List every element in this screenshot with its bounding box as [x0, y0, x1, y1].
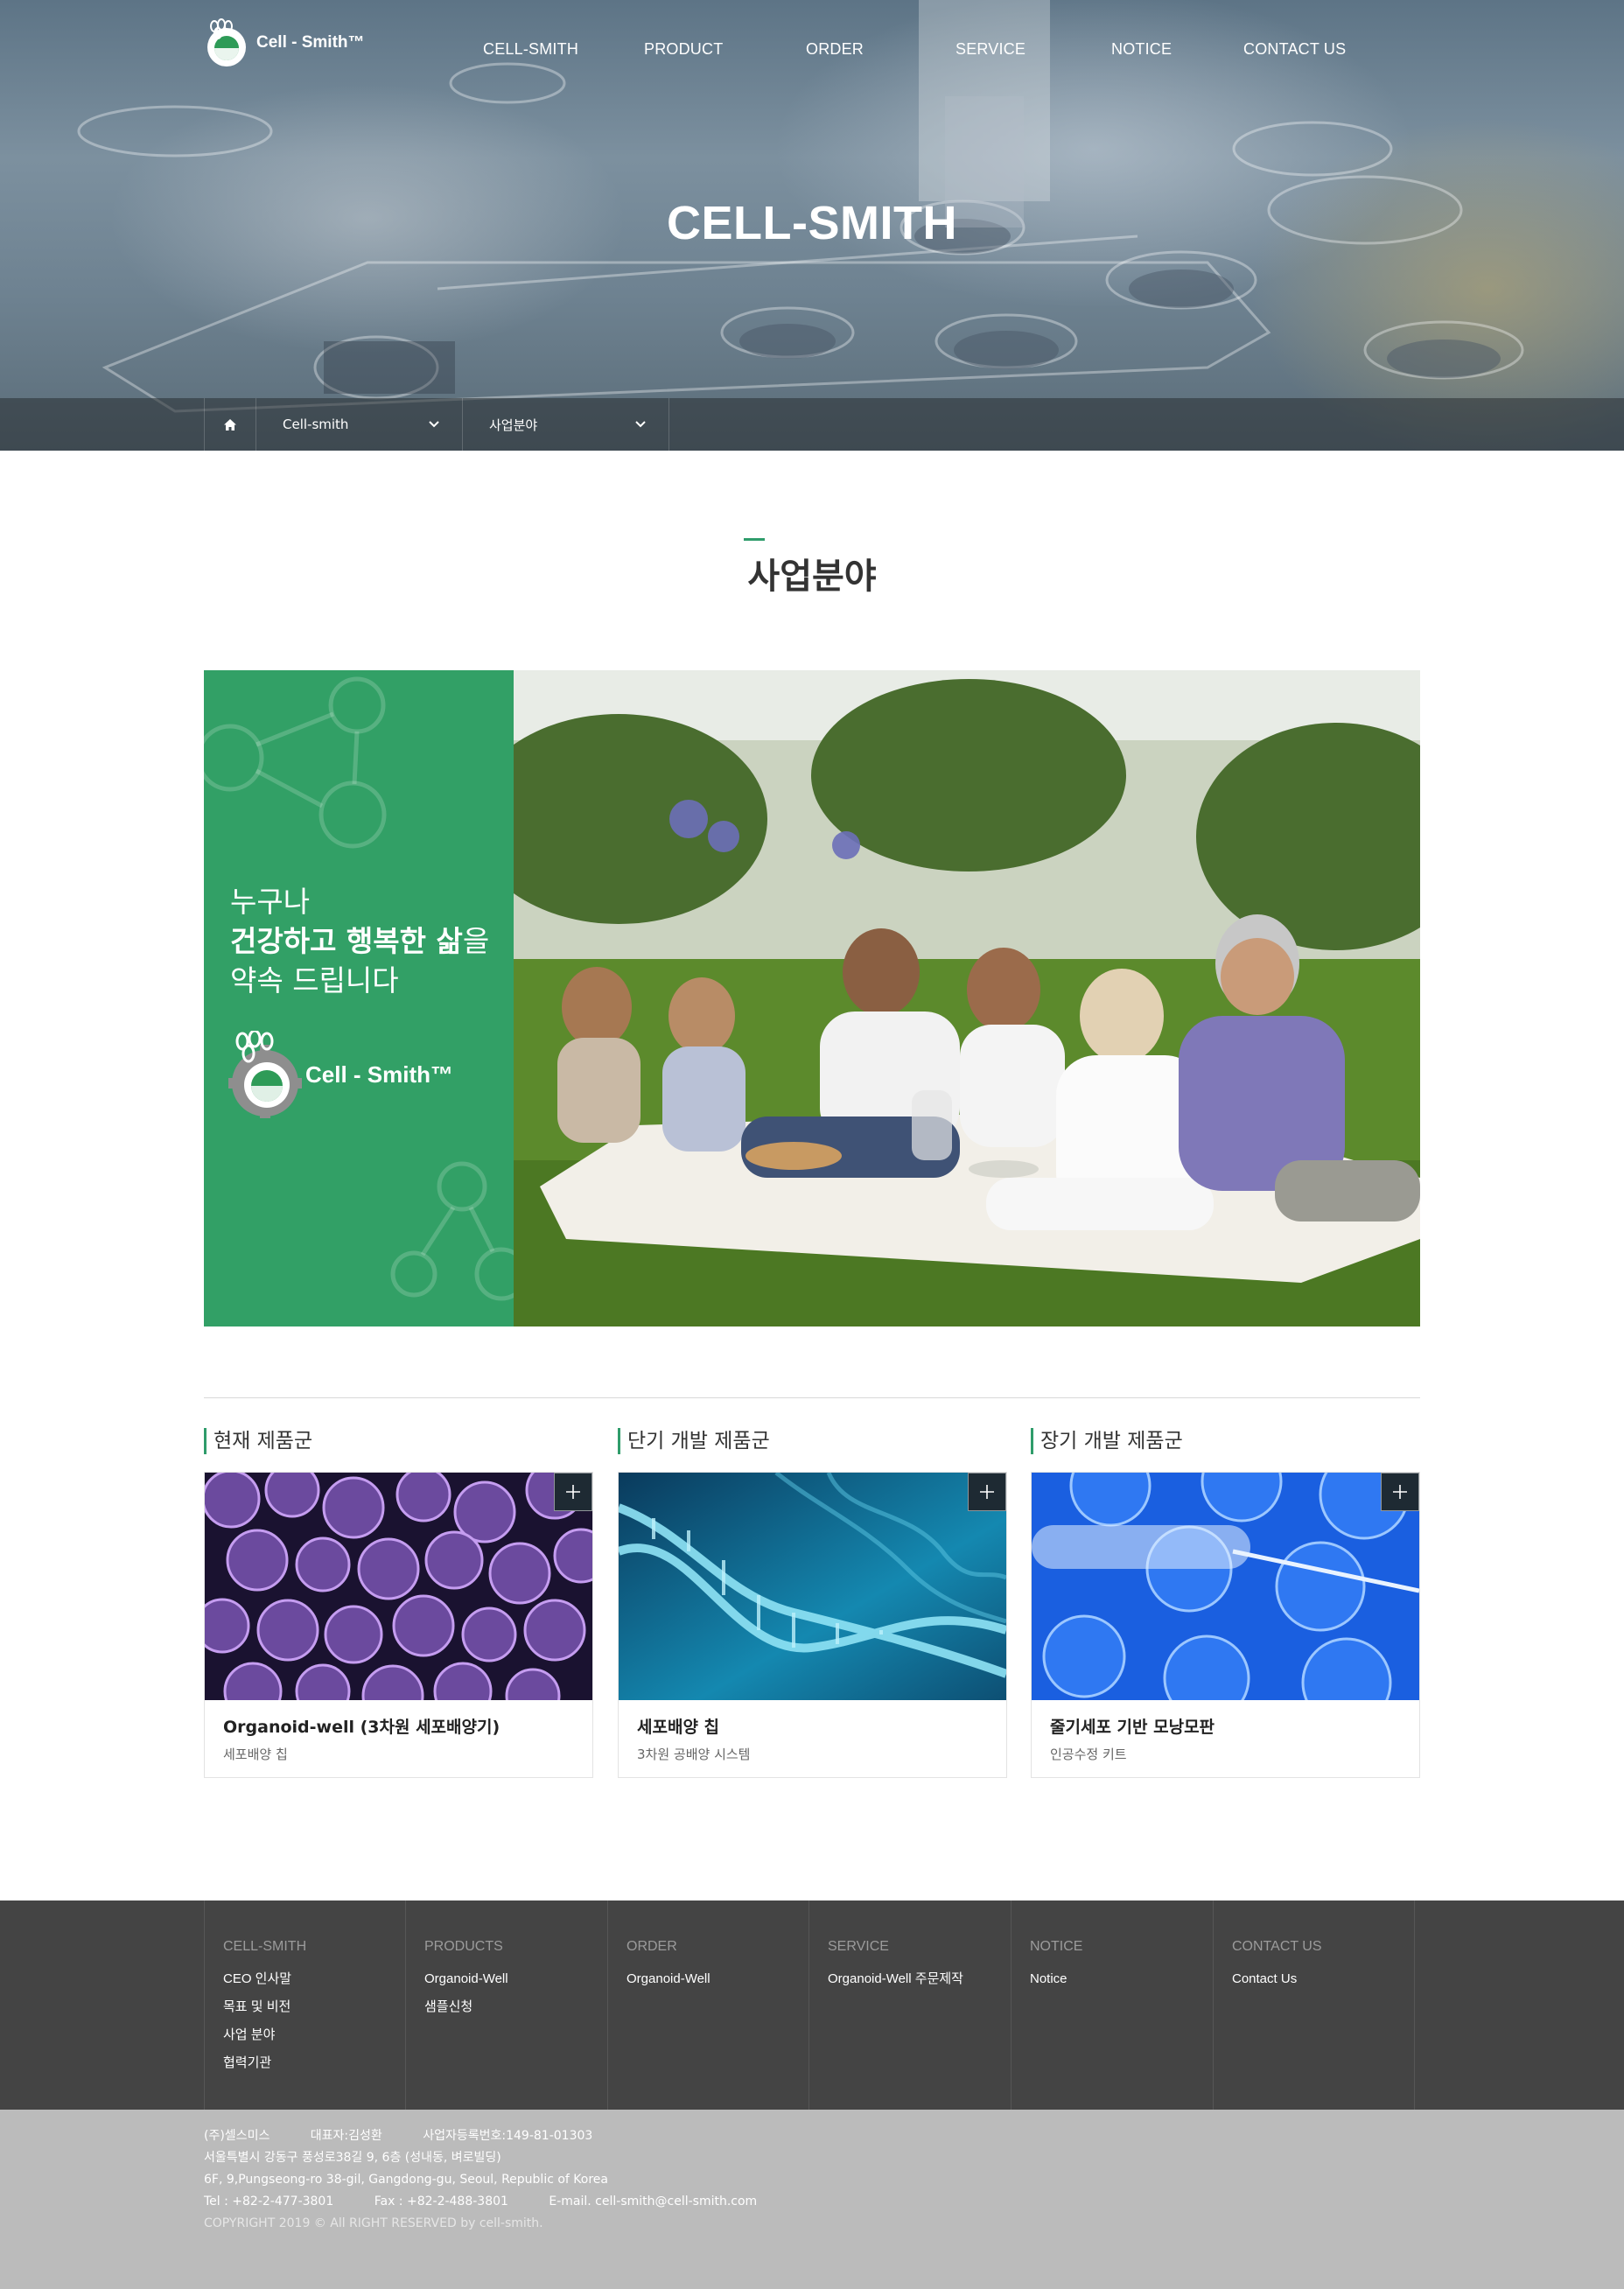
slogan-line2-bold: 건강하고 행복한 삶: [230, 924, 463, 958]
slogan-line2-rest: 을: [462, 924, 490, 958]
breadcrumb-select-level1[interactable]: Cell-smith: [256, 398, 463, 451]
title-accent-bar: [744, 538, 765, 541]
product-group-heading: 단기 개발 제품군: [618, 1428, 1007, 1454]
plus-icon: [980, 1485, 994, 1499]
footer-link-notice[interactable]: Notice: [1030, 1965, 1213, 1993]
expand-button[interactable]: [968, 1473, 1006, 1511]
product-name: 줄기세포 기반 모낭모판: [1050, 1718, 1215, 1737]
top-navigation: Cell - Smith™ CELL-SMITH PRODUCT ORDER S…: [0, 0, 1624, 105]
product-group-heading: 장기 개발 제품군: [1031, 1428, 1420, 1454]
product-group-long-term: 장기 개발 제품군 줄기세포 기반 모낭모판 인공수정 키트: [1031, 1428, 1420, 1778]
slogan-line3: 약속 드립니다: [230, 963, 399, 998]
expand-button[interactable]: [554, 1473, 592, 1511]
breadcrumb-select-level2[interactable]: 사업분야: [463, 398, 669, 451]
hero-title: CELL-SMITH: [667, 197, 957, 249]
nav-item-notice[interactable]: NOTICE: [1111, 40, 1172, 59]
footer-column-products: PRODUCTS Organoid-Well 샘플신청: [405, 1900, 607, 2110]
footer-link-custom-order[interactable]: Organoid-Well 주문제작: [828, 1965, 1011, 1993]
cell-smith-logo-icon: [228, 1031, 302, 1118]
plus-icon: [1393, 1485, 1407, 1499]
company-fax: Fax : +82-2-488-3801: [374, 2194, 508, 2208]
product-image: [1032, 1473, 1419, 1700]
footer-link-sample-request[interactable]: 샘플신청: [424, 1993, 607, 2021]
footer-column-title: CONTACT US: [1232, 1939, 1322, 1954]
nav-item-contact-us[interactable]: CONTACT US: [1243, 40, 1346, 59]
product-group-heading: 현재 제품군: [204, 1428, 593, 1454]
plus-icon: [566, 1485, 580, 1499]
footer-column-notice: NOTICE Notice: [1011, 1900, 1213, 2110]
product-card[interactable]: 세포배양 칩 3차원 공배양 시스템: [618, 1472, 1007, 1778]
chevron-down-icon: [635, 421, 646, 428]
footer-link-order-organoid-well[interactable]: Organoid-Well: [626, 1965, 809, 1993]
copyright: COPYRIGHT 2019 © All RIGHT RESERVED by c…: [204, 2216, 543, 2230]
product-card[interactable]: 줄기세포 기반 모낭모판 인공수정 키트: [1031, 1472, 1420, 1778]
breadcrumb-level1-label: Cell-smith: [283, 416, 349, 432]
breadcrumb-level2-label: 사업분야: [489, 416, 538, 433]
family-picnic-illustration: [514, 670, 1420, 1326]
expand-button[interactable]: [1381, 1473, 1419, 1511]
product-subtitle: 3차원 공배양 시스템: [637, 1746, 751, 1762]
dna-helix-image: [619, 1473, 1006, 1700]
product-image: [205, 1473, 592, 1700]
product-image: [619, 1473, 1006, 1700]
page-title: 사업분야: [747, 556, 877, 597]
stem-cell-image: [1032, 1473, 1419, 1700]
footer-column-order: ORDER Organoid-Well: [607, 1900, 809, 2110]
purple-cells-image: [205, 1473, 592, 1700]
footer-link-organoid-well[interactable]: Organoid-Well: [424, 1965, 607, 1993]
nav-item-cell-smith[interactable]: CELL-SMITH: [483, 40, 578, 59]
family-picnic-photo: [514, 670, 1420, 1326]
footer-link-business-area[interactable]: 사업 분야: [223, 2021, 406, 2049]
home-icon: [224, 418, 236, 430]
product-subtitle: 인공수정 키트: [1050, 1746, 1127, 1762]
company-ceo: 대표자:김성환: [310, 2129, 382, 2143]
banner-logo-text: Cell - Smith™: [305, 1060, 454, 1088]
product-name: Organoid-well (3차원 세포배양기): [223, 1718, 500, 1737]
footer-link-ceo-greeting[interactable]: CEO 인사말: [223, 1965, 406, 1993]
footer-column-title: SERVICE: [828, 1939, 889, 1954]
product-group-current: 현재 제품군 Organoid-well (3차원 세포배양기) 세포배양 칩: [204, 1428, 593, 1778]
footer-link-goals-vision[interactable]: 목표 및 비전: [223, 1993, 406, 2021]
company-email[interactable]: E-mail. cell-smith@cell-smith.com: [549, 2194, 757, 2208]
footer-column-cell-smith: CELL-SMITH CEO 인사말 목표 및 비전 사업 분야 협력기관: [204, 1900, 406, 2110]
breadcrumb: Cell-smith 사업분야: [0, 398, 1624, 451]
company-address-en: 6F, 9,Pungseong-ro 38-gil, Gangdong-gu, …: [204, 2173, 608, 2187]
banner-slogan-panel: 누구나 건강하고 행복한 삶을 약속 드립니다 Cell - Smith™: [204, 670, 514, 1326]
cell-smith-logo-icon: [207, 18, 246, 66]
product-card[interactable]: Organoid-well (3차원 세포배양기) 세포배양 칩: [204, 1472, 593, 1778]
footer-sitemap: CELL-SMITH CEO 인사말 목표 및 비전 사업 분야 협력기관 PR…: [0, 1900, 1624, 2110]
chevron-down-icon: [429, 421, 439, 428]
section-divider: [204, 1397, 1420, 1398]
banner-slogan: 누구나 건강하고 행복한 삶을 약속 드립니다: [230, 882, 489, 1000]
company-biz-number: 사업자등록번호:149-81-01303: [423, 2129, 593, 2143]
footer-column-title: CELL-SMITH: [223, 1939, 307, 1954]
product-name: 세포배양 칩: [637, 1718, 720, 1737]
logo-text: Cell - Smith™: [256, 33, 365, 52]
nav-item-service[interactable]: SERVICE: [956, 40, 1026, 59]
company-address-ko: 서울특별시 강동구 풍성로38길 9, 6층 (성내동, 벼로빌딩): [204, 2151, 501, 2165]
breadcrumb-home[interactable]: [204, 398, 256, 451]
footer-column-title: PRODUCTS: [424, 1939, 503, 1954]
hero-section: Cell - Smith™ CELL-SMITH PRODUCT ORDER S…: [0, 0, 1624, 451]
site-logo[interactable]: Cell - Smith™: [204, 18, 365, 68]
footer-column-title: ORDER: [626, 1939, 677, 1954]
slogan-line1: 누구나: [230, 885, 311, 919]
company-tel: Tel : +82-2-477-3801: [204, 2194, 334, 2208]
footer-link-partners[interactable]: 협력기관: [223, 2049, 406, 2077]
product-subtitle: 세포배양 칩: [223, 1746, 288, 1762]
footer-company-info: (주)셀스미스 대표자:김성환 사업자등록번호:149-81-01303 서울특…: [0, 2110, 1624, 2289]
footer-column-service: SERVICE Organoid-Well 주문제작: [808, 1900, 1011, 2110]
nav-item-order[interactable]: ORDER: [806, 40, 864, 59]
footer-column-title: NOTICE: [1030, 1939, 1083, 1954]
footer-column-contact-us: CONTACT US Contact Us: [1213, 1900, 1415, 2110]
company-name: (주)셀스미스: [204, 2129, 270, 2143]
company-info: (주)셀스미스 대표자:김성환 사업자등록번호:149-81-01303 서울특…: [204, 2125, 757, 2235]
banner-logo: Cell - Smith™: [228, 1031, 453, 1118]
product-group-short-term: 단기 개발 제품군 세포배양 칩 3차원 공배양 시스템: [618, 1428, 1007, 1778]
footer-link-contact-us[interactable]: Contact Us: [1232, 1965, 1414, 1993]
main-banner: 누구나 건강하고 행복한 삶을 약속 드립니다 Cell - Smith™: [204, 670, 1420, 1326]
nav-item-product[interactable]: PRODUCT: [644, 40, 723, 59]
